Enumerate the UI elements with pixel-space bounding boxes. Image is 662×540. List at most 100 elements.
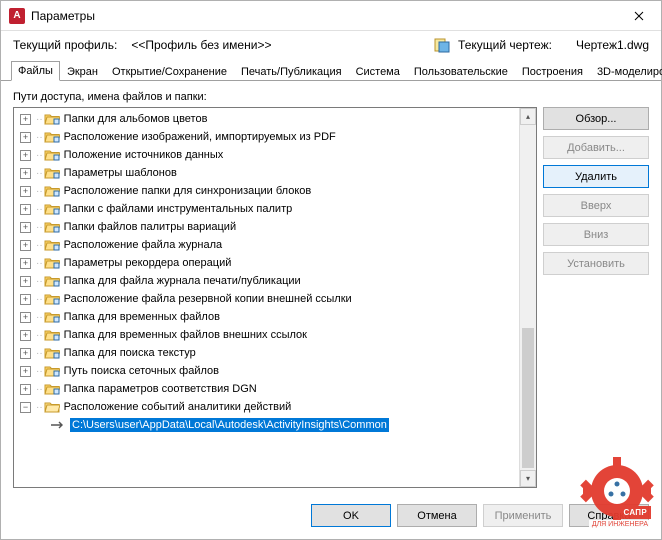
help-button[interactable]: Справка	[569, 504, 649, 527]
expand-icon[interactable]: +	[20, 330, 31, 341]
tree-item-label: Положение источников данных	[64, 149, 224, 161]
app-icon: A	[9, 8, 25, 24]
folder-icon	[44, 256, 60, 270]
titlebar: A Параметры	[1, 1, 661, 31]
tab-open-save[interactable]: Открытие/Сохранение	[105, 62, 234, 81]
tab-screen[interactable]: Экран	[60, 62, 105, 81]
tab-files[interactable]: Файлы	[11, 61, 60, 81]
expand-icon[interactable]: +	[20, 258, 31, 269]
current-profile-label: Текущий профиль:	[13, 38, 117, 52]
folder-icon	[44, 220, 60, 234]
tree-item[interactable]: +·· Папка параметров соответствия DGN	[14, 380, 519, 398]
scroll-up-button[interactable]: ▴	[520, 108, 536, 125]
tree-item[interactable]: +·· Папки для альбомов цветов	[14, 110, 519, 128]
move-up-button[interactable]: Вверх	[543, 194, 649, 217]
cancel-button[interactable]: Отмена	[397, 504, 477, 527]
folder-icon	[44, 274, 60, 288]
tree-item[interactable]: +·· Расположение папки для синхронизации…	[14, 182, 519, 200]
expand-icon[interactable]: +	[20, 240, 31, 251]
folder-icon	[44, 130, 60, 144]
tree-item-label: Папки с файлами инструментальных палитр	[64, 203, 293, 215]
expand-icon[interactable]: +	[20, 312, 31, 323]
set-current-button[interactable]: Установить	[543, 252, 649, 275]
remove-button[interactable]: Удалить	[543, 165, 649, 188]
close-icon	[634, 11, 644, 21]
ok-button[interactable]: OK	[311, 504, 391, 527]
tab-system[interactable]: Система	[349, 62, 407, 81]
expand-icon[interactable]: +	[20, 132, 31, 143]
tree-item-label: Папка для временных файлов	[64, 311, 220, 323]
tree-item-label: Папка для временных файлов внешних ссыло…	[64, 329, 307, 341]
apply-button[interactable]: Применить	[483, 504, 563, 527]
tree-item[interactable]: +·· Папка для временных файлов внешних с…	[14, 326, 519, 344]
tab-body: Пути доступа, имена файлов и папки: +·· …	[1, 81, 661, 496]
folder-icon	[44, 310, 60, 324]
tabs-row: Файлы Экран Открытие/Сохранение Печать/П…	[1, 59, 661, 81]
tree-item[interactable]: +·· Параметры шаблонов	[14, 164, 519, 182]
tree-item-label: Расположение файла резервной копии внешн…	[64, 293, 352, 305]
expand-icon[interactable]: +	[20, 366, 31, 377]
tree-scrollbar[interactable]: ▴ ▾	[519, 108, 536, 487]
current-profile-value: <<Профиль без имени>>	[131, 38, 271, 52]
expand-icon[interactable]: +	[20, 222, 31, 233]
collapse-icon[interactable]: −	[20, 402, 31, 413]
current-drawing-value: Чертеж1.dwg	[576, 38, 649, 52]
folder-icon	[44, 328, 60, 342]
folder-icon	[44, 112, 60, 126]
scroll-down-button[interactable]: ▾	[520, 470, 536, 487]
tree-item[interactable]: +·· Параметры рекордера операций	[14, 254, 519, 272]
tree-item-label: Расположение изображений, импортируемых …	[64, 131, 336, 143]
tree-item-label: Расположение папки для синхронизации бло…	[64, 185, 312, 197]
expand-icon[interactable]: +	[20, 348, 31, 359]
tree-child-item[interactable]: C:\Users\user\AppData\Local\Autodesk\Act…	[14, 416, 519, 434]
tree-item[interactable]: +·· Расположение файла журнала	[14, 236, 519, 254]
scroll-track[interactable]	[520, 125, 536, 470]
tab-user[interactable]: Пользовательские	[407, 62, 515, 81]
expand-icon[interactable]: +	[20, 276, 31, 287]
tree-item[interactable]: +·· Положение источников данных	[14, 146, 519, 164]
expand-icon[interactable]: +	[20, 186, 31, 197]
scroll-thumb[interactable]	[522, 328, 534, 468]
paths-tree[interactable]: +·· Папки для альбомов цветов+·· Располо…	[13, 107, 537, 488]
add-button[interactable]: Добавить...	[543, 136, 649, 159]
path-arrow-icon	[50, 418, 66, 432]
folder-icon	[44, 148, 60, 162]
section-label: Пути доступа, имена файлов и папки:	[13, 91, 649, 103]
dialog-buttons: OK Отмена Применить Справка	[1, 496, 661, 539]
expand-icon[interactable]: +	[20, 168, 31, 179]
folder-icon	[44, 184, 60, 198]
current-drawing-label: Текущий чертеж:	[458, 38, 552, 52]
tree-item[interactable]: +·· Папка для поиска текстур	[14, 344, 519, 362]
tab-3d-modeling[interactable]: 3D-моделирова	[590, 62, 662, 81]
folder-icon	[44, 202, 60, 216]
selected-path-value[interactable]: C:\Users\user\AppData\Local\Autodesk\Act…	[70, 418, 389, 432]
tree-item[interactable]: +·· Папка для файла журнала печати/публи…	[14, 272, 519, 290]
expand-icon[interactable]: +	[20, 294, 31, 305]
move-down-button[interactable]: Вниз	[543, 223, 649, 246]
expand-icon[interactable]: +	[20, 114, 31, 125]
tree-item[interactable]: +·· Расположение файла резервной копии в…	[14, 290, 519, 308]
tab-print-publish[interactable]: Печать/Публикация	[234, 62, 349, 81]
browse-button[interactable]: Обзор...	[543, 107, 649, 130]
tree-item[interactable]: +·· Папки с файлами инструментальных пал…	[14, 200, 519, 218]
expand-icon[interactable]: +	[20, 150, 31, 161]
close-button[interactable]	[616, 1, 661, 31]
tree-item[interactable]: +·· Папка для временных файлов	[14, 308, 519, 326]
tree-item[interactable]: +·· Расположение изображений, импортируе…	[14, 128, 519, 146]
folder-icon	[44, 166, 60, 180]
tree-item[interactable]: +·· Папки файлов палитры вариаций	[14, 218, 519, 236]
tree-item-label: Папка для поиска текстур	[64, 347, 196, 359]
tree-item[interactable]: −·· Расположение событий аналитики дейст…	[14, 398, 519, 416]
profile-row: Текущий профиль: <<Профиль без имени>> Т…	[1, 31, 661, 59]
tree-item-label: Папки для альбомов цветов	[64, 113, 208, 125]
tree-item-label: Параметры рекордера операций	[64, 257, 232, 269]
tree-item[interactable]: +·· Путь поиска сеточных файлов	[14, 362, 519, 380]
tab-drafting[interactable]: Построения	[515, 62, 590, 81]
tree-item-label: Параметры шаблонов	[64, 167, 177, 179]
window-title: Параметры	[31, 9, 95, 23]
tree-item-label: Расположение файла журнала	[64, 239, 222, 251]
folder-icon	[44, 292, 60, 306]
expand-icon[interactable]: +	[20, 204, 31, 215]
expand-icon[interactable]: +	[20, 384, 31, 395]
options-dialog: A Параметры Текущий профиль: <<Профиль б…	[0, 0, 662, 540]
